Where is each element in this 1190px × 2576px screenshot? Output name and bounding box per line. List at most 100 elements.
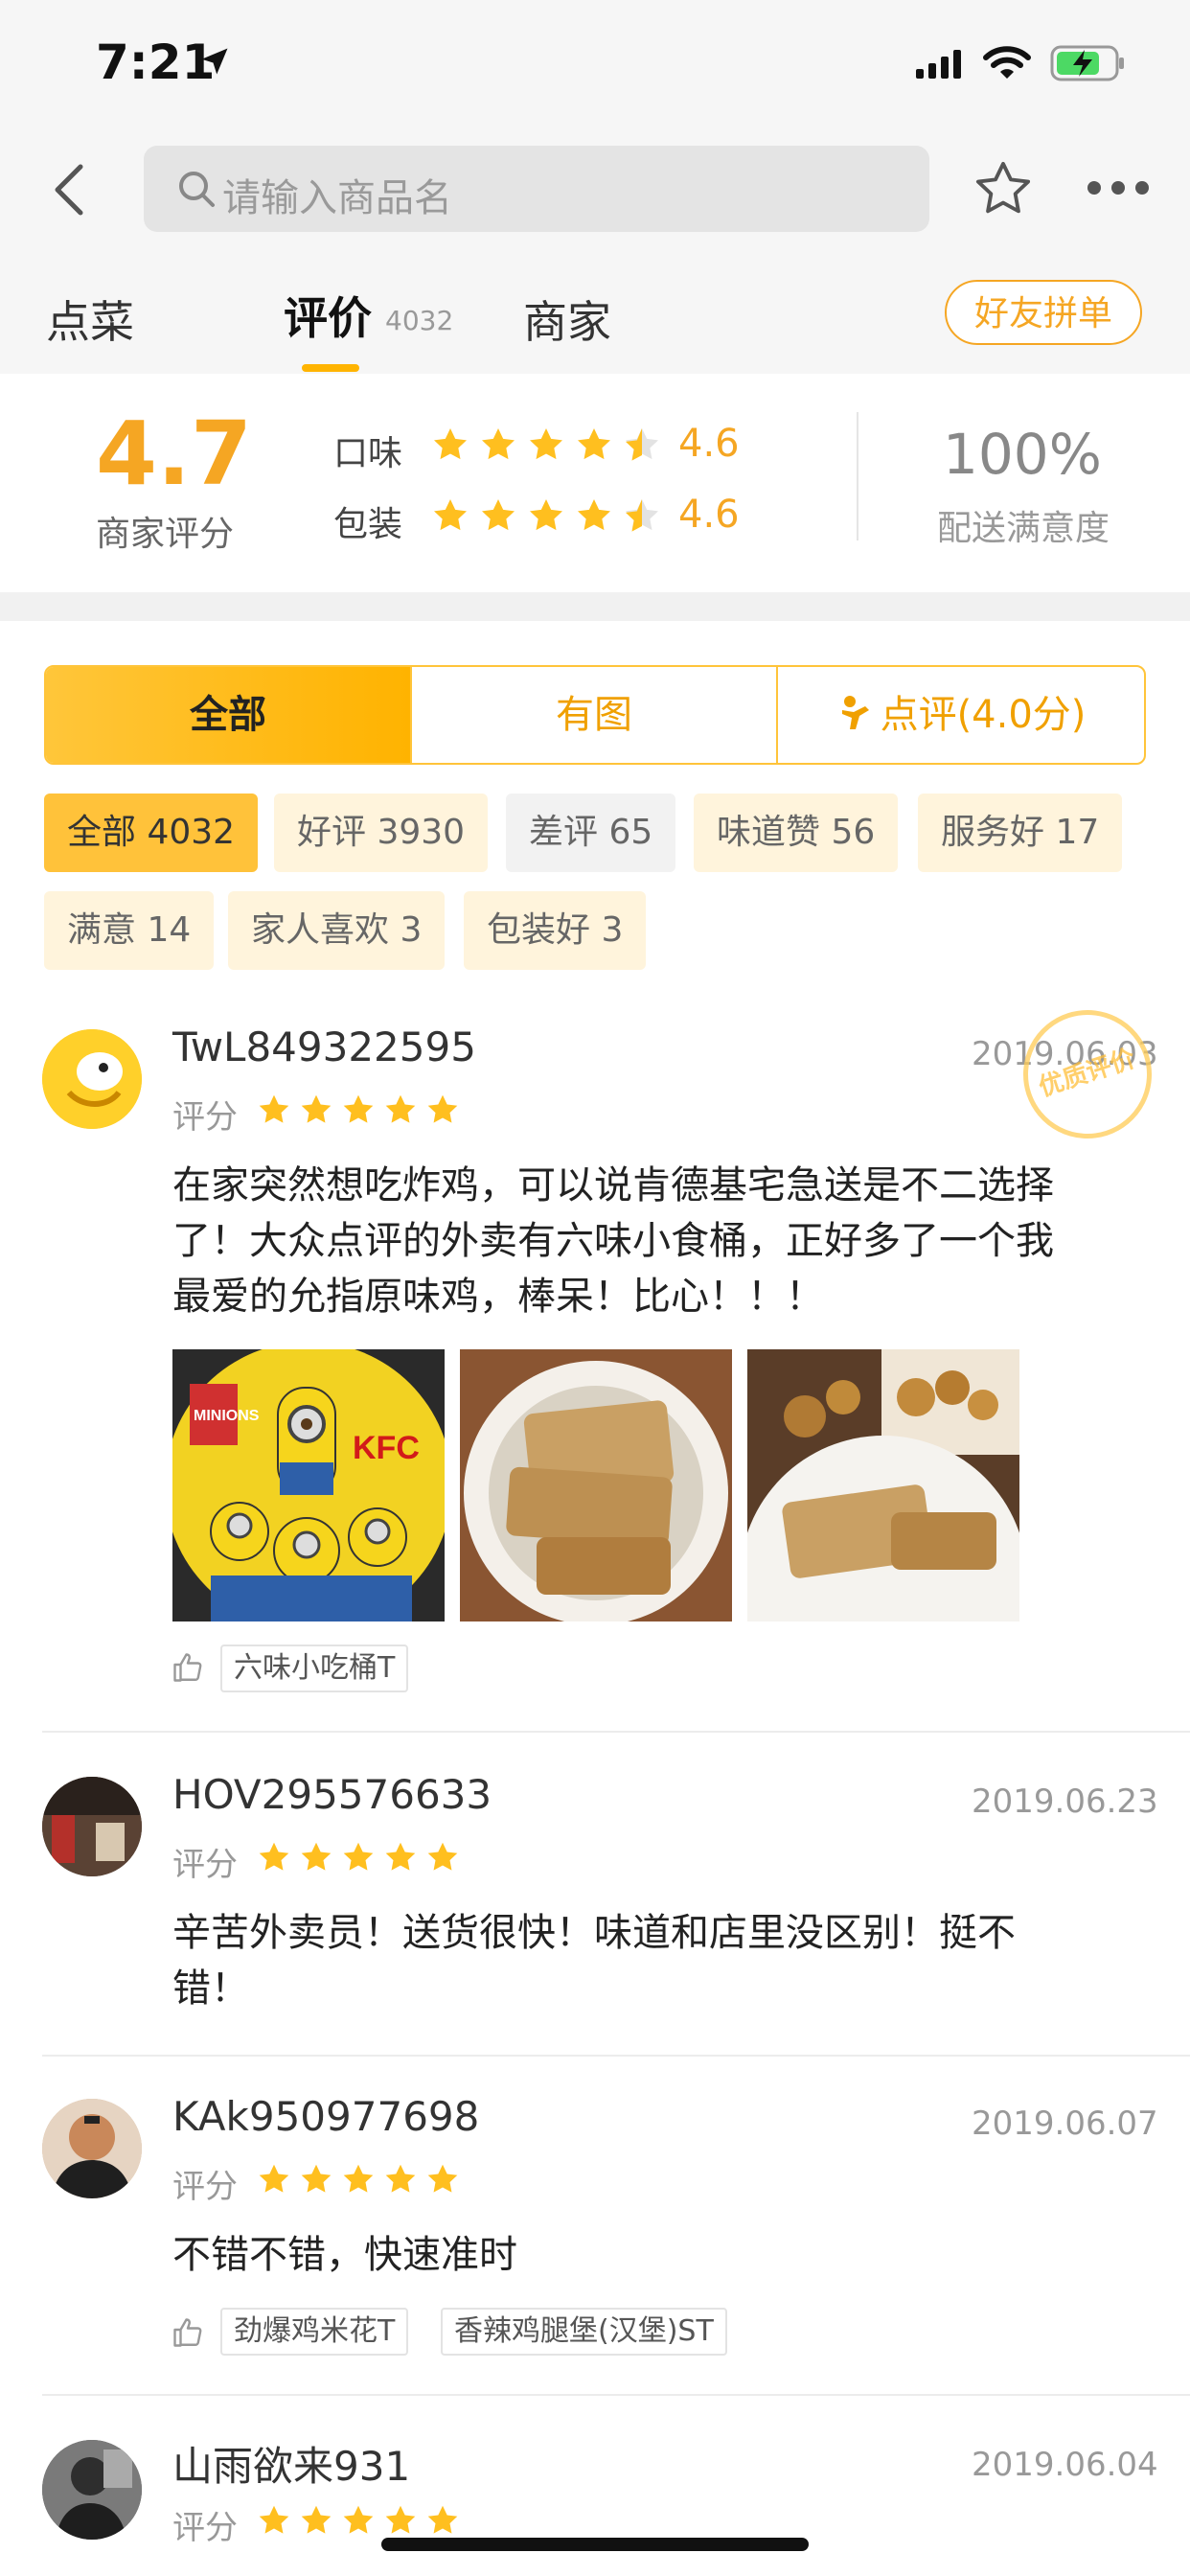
review-text-line: 错！ — [172, 1966, 249, 2011]
merchant-score: 4.7 — [96, 402, 252, 505]
review-text-line: 了！大众点评的外卖有六味小食桶，正好多了一个我 — [172, 1219, 1054, 1263]
filter-chip-satisfied[interactable]: 满意 14 — [44, 891, 215, 970]
bucket-food-image — [747, 1349, 1019, 1622]
star-icon — [341, 2503, 376, 2538]
avatar[interactable] — [42, 1777, 142, 1876]
package-stars — [431, 496, 661, 535]
star-icon — [383, 1092, 418, 1127]
star-icon — [383, 1840, 418, 1874]
package-label: 包装 — [333, 505, 403, 544]
star-icon — [299, 1840, 333, 1874]
star-icon — [257, 2503, 291, 2538]
review-text-line: 不错不错，快速准时 — [172, 2233, 517, 2277]
review-text: 不错不错，快速准时 — [172, 2227, 1150, 2283]
location-arrow-icon — [201, 48, 228, 75]
review-photo-fried-food[interactable] — [460, 1349, 732, 1622]
segment-with-photos[interactable]: 有图 — [412, 667, 776, 763]
thumbs-up-icon[interactable] — [171, 1650, 205, 1685]
tab-reviews-count: 4032 — [385, 305, 454, 336]
minions-box-text: MINIONS — [194, 1408, 260, 1424]
segment-dianping-label: 点评(4.0分) — [880, 693, 1087, 737]
photo-avatar-icon — [42, 2440, 142, 2540]
review-text-line: 辛苦外卖员！送货很快！味道和店里没区别！挺不 — [172, 1911, 1016, 1955]
review-stars — [257, 1840, 460, 1874]
review-date: 2019.06.04 — [972, 2446, 1158, 2484]
taste-stars — [431, 426, 661, 464]
back-chevron-icon[interactable] — [50, 163, 92, 217]
avatar[interactable] — [42, 2440, 142, 2540]
half-star-icon — [623, 496, 661, 535]
review-divider — [42, 2394, 1190, 2396]
photo-avatar-icon — [42, 1777, 142, 1876]
group-order-button[interactable]: 好友拼单 — [945, 280, 1142, 345]
segment-all[interactable]: 全部 — [46, 667, 410, 763]
star-icon — [341, 2162, 376, 2196]
tab-merchant[interactable]: 商家 — [523, 288, 611, 351]
cartoon-avatar-icon — [42, 1029, 142, 1129]
thumbs-up-icon[interactable] — [171, 2315, 205, 2350]
review-rating-label: 评分 — [172, 1846, 238, 1884]
star-icon — [425, 2503, 460, 2538]
review-text-line: 最爱的允指原味鸡，棒呆！比心！！！ — [172, 1275, 824, 1319]
star-icon — [431, 426, 469, 464]
more-icon[interactable] — [1085, 178, 1152, 197]
search-icon — [179, 172, 215, 207]
kfc-logo-text: KFC — [353, 1430, 420, 1466]
half-star-icon — [623, 426, 661, 464]
review-text-line: 在家突然想吃炸鸡，可以说肯德基宅急送是不二选择 — [172, 1163, 1054, 1208]
avatar[interactable] — [42, 2099, 142, 2198]
dish-tag[interactable]: 香辣鸡腿堡(汉堡)ST — [441, 2308, 727, 2356]
filter-chip-positive[interactable]: 好评 3930 — [274, 794, 489, 872]
star-icon — [257, 1092, 291, 1127]
star-icon — [257, 1840, 291, 1874]
merchant-score-label: 商家评分 — [96, 515, 235, 554]
taste-value: 4.6 — [678, 422, 740, 466]
favorite-star-icon[interactable] — [972, 157, 1035, 220]
star-icon — [299, 1092, 333, 1127]
review-text: 在家突然想吃炸鸡，可以说肯德基宅急送是不二选择 了！大众点评的外卖有六味小食桶，… — [172, 1158, 1150, 1324]
star-icon — [341, 1092, 376, 1127]
star-icon — [425, 1840, 460, 1874]
review-username[interactable]: KAk950977698 — [172, 2093, 479, 2140]
star-icon — [299, 2162, 333, 2196]
dish-tag[interactable]: 六味小吃桶T — [220, 1644, 409, 1692]
section-gap — [0, 592, 1190, 621]
review-username[interactable]: 山雨欲来931 — [172, 2434, 410, 2493]
filter-chip-tasty[interactable]: 味道赞 56 — [694, 794, 899, 872]
person-icon — [841, 696, 869, 729]
filter-chip-good-service[interactable]: 服务好 17 — [918, 794, 1123, 872]
star-icon — [575, 496, 613, 535]
filter-chip-good-packaging[interactable]: 包装好 3 — [464, 891, 647, 970]
segment-dianping[interactable]: 点评(4.0分) — [778, 667, 1144, 763]
tab-reviews[interactable]: 评价 — [284, 284, 372, 347]
review-username[interactable]: HOV295576633 — [172, 1771, 492, 1818]
fried-food-image — [460, 1349, 732, 1622]
battery-icon — [1050, 45, 1124, 81]
review-date: 2019.06.23 — [972, 1782, 1158, 1821]
review-stars — [257, 2503, 460, 2538]
review-rating-label: 评分 — [172, 2168, 238, 2206]
review-rating-label: 评分 — [172, 1098, 238, 1137]
tab-menu[interactable]: 点菜 — [46, 288, 134, 351]
summary-divider — [857, 412, 858, 540]
photo-avatar-icon — [42, 2099, 142, 2198]
quality-review-badge: 优质评价 — [1006, 993, 1169, 1156]
home-indicator[interactable] — [381, 2538, 809, 2551]
review-photo-bucket[interactable] — [747, 1349, 1019, 1622]
minions-bucket-image: MINIONS KFC — [172, 1349, 445, 1622]
star-icon — [425, 2162, 460, 2196]
dish-tag[interactable]: 劲爆鸡米花T — [220, 2308, 409, 2356]
review-username[interactable]: TwL849322595 — [172, 1024, 476, 1070]
filter-chip-family-likes[interactable]: 家人喜欢 3 — [228, 891, 446, 970]
star-icon — [257, 2162, 291, 2196]
delivery-satisfaction-label: 配送满意度 — [937, 509, 1110, 548]
review-photo-minions[interactable]: MINIONS KFC — [172, 1349, 445, 1622]
avatar[interactable] — [42, 1029, 142, 1129]
filter-chip-all[interactable]: 全部 4032 — [44, 794, 259, 872]
review-text: 辛苦外卖员！送货很快！味道和店里没区别！挺不 错！ — [172, 1905, 1150, 2016]
filter-chip-negative[interactable]: 差评 65 — [506, 794, 676, 872]
tab-active-indicator — [302, 364, 359, 372]
star-icon — [299, 2503, 333, 2538]
review-date: 2019.06.07 — [972, 2104, 1158, 2143]
star-icon — [431, 496, 469, 535]
